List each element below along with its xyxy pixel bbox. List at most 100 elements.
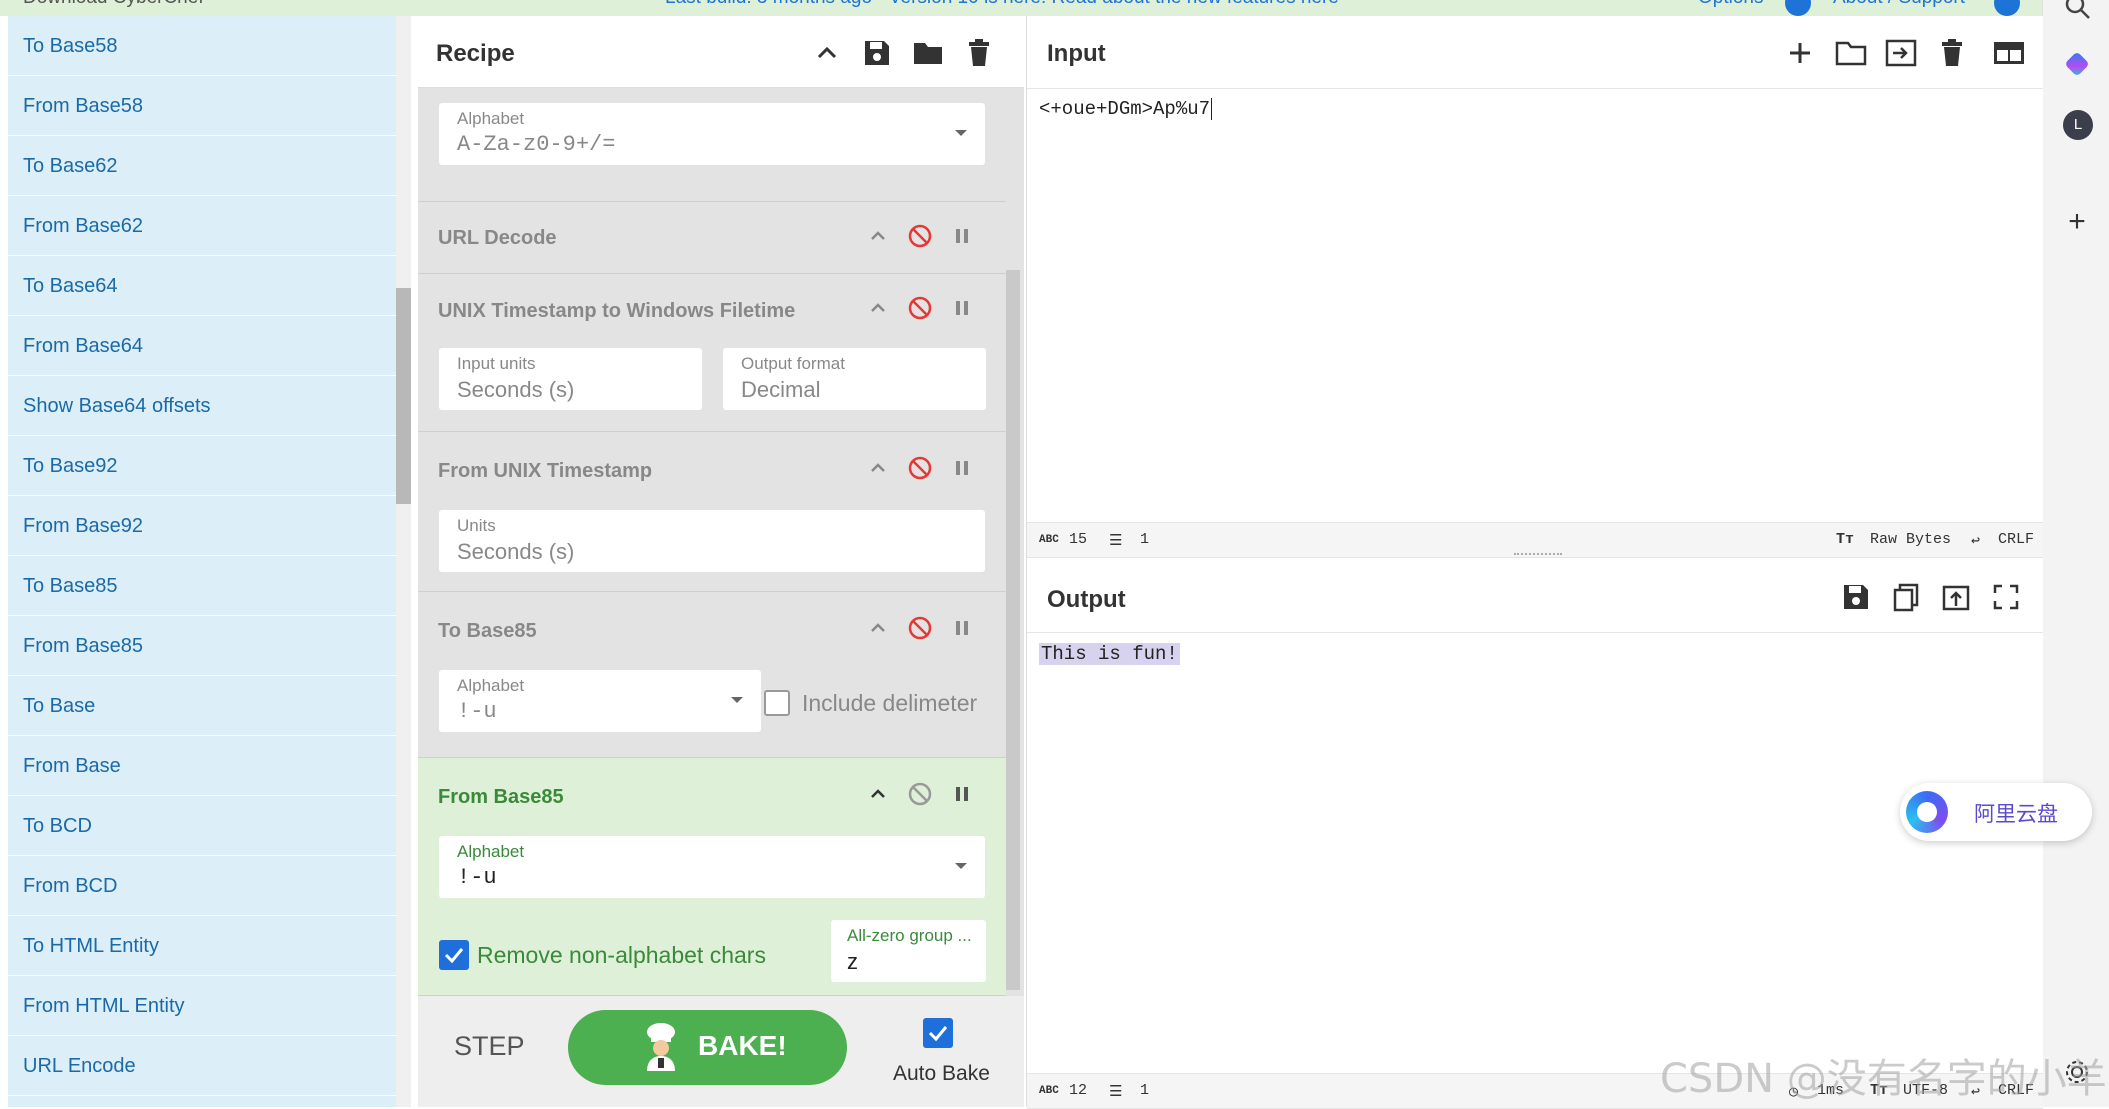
alphabet-select[interactable]: Alphabet !-u	[439, 670, 761, 732]
operation-name: From UNIX Timestamp	[438, 460, 653, 482]
save-output-icon[interactable]	[1841, 582, 1871, 612]
output-char-count: 12	[1069, 1082, 1088, 1099]
disable-icon[interactable]	[906, 454, 934, 482]
step-button[interactable]: STEP	[454, 1031, 525, 1062]
operation-item[interactable]: From Base58	[8, 76, 396, 136]
operation-name: From Base85	[438, 786, 564, 808]
collapse-chevron-icon[interactable]	[864, 614, 892, 642]
bake-bar: STEP BAKE! Auto Bake	[418, 996, 1024, 1107]
collapse-chevron-icon[interactable]	[864, 454, 892, 482]
output-text[interactable]: This is fun!	[1039, 643, 1180, 665]
units-select[interactable]: Units Seconds (s)	[439, 510, 985, 572]
load-recipe-folder-icon[interactable]	[912, 38, 942, 68]
operation-item[interactable]: Show Base64 offsets	[8, 376, 396, 436]
include-delimiter-checkbox[interactable]	[764, 690, 790, 716]
pause-icon[interactable]	[948, 614, 976, 642]
auto-bake-checkbox[interactable]	[923, 1018, 953, 1048]
copy-output-icon[interactable]	[1891, 582, 1921, 612]
operation-item[interactable]: To Base62	[8, 136, 396, 196]
operation-item[interactable]: From Base85	[8, 616, 396, 676]
all-zero-group-input[interactable]: All-zero group ... z	[831, 920, 986, 982]
add-icon[interactable]: +	[2063, 207, 2091, 237]
output-format-select[interactable]: Output format Decimal	[723, 348, 986, 410]
alphabet-value: A-Za-z0-9+/=	[457, 132, 616, 157]
operation-item[interactable]: To HTML Entity	[8, 916, 396, 976]
output-selection[interactable]: This is fun!	[1039, 643, 1180, 665]
lines-icon: ☰	[1109, 533, 1123, 550]
maximize-icon[interactable]	[1991, 582, 2021, 612]
operations-list: To Base58 From Base58 To Base62 From Bas…	[8, 16, 396, 1107]
gear-icon[interactable]	[1785, 0, 1811, 16]
alphabet-value: !-u	[457, 699, 497, 724]
operation-item[interactable]: From BCD	[8, 856, 396, 916]
operation-item[interactable]: To Base58	[8, 16, 396, 76]
input-mode[interactable]: Raw Bytes	[1870, 531, 1951, 548]
operation-item[interactable]: URL Encode	[8, 1036, 396, 1096]
alphabet-label: Alphabet	[457, 676, 525, 695]
info-icon[interactable]	[1994, 0, 2020, 16]
resize-handle[interactable]	[1514, 553, 1562, 559]
collapse-chevron-icon[interactable]	[864, 294, 892, 322]
clear-input-trash-icon[interactable]	[1937, 38, 1967, 68]
pause-icon[interactable]	[948, 454, 976, 482]
operation-item[interactable]: To Base64	[8, 256, 396, 316]
input-eol[interactable]: CRLF	[1998, 531, 2034, 548]
aliyun-drive-widget[interactable]: 阿里云盘	[1900, 783, 2092, 841]
pause-icon[interactable]	[948, 222, 976, 250]
search-icon[interactable]	[2063, 0, 2091, 20]
operation-item[interactable]: To Base85	[8, 556, 396, 616]
operation-item[interactable]: From Base92	[8, 496, 396, 556]
avatar[interactable]: L	[2063, 110, 2093, 140]
recipe-scrollbar[interactable]	[1006, 270, 1020, 990]
download-link[interactable]: Download CyberChef	[23, 0, 230, 9]
output-line-count: 1	[1140, 1082, 1150, 1099]
open-folder-icon[interactable]	[1835, 38, 1867, 68]
scrollbar-thumb[interactable]	[396, 288, 411, 504]
operation-item[interactable]: From Base62	[8, 196, 396, 256]
operations-scrollbar[interactable]	[396, 16, 411, 1107]
pause-icon[interactable]	[948, 294, 976, 322]
disable-icon[interactable]	[906, 222, 934, 250]
operation-item[interactable]: To Base	[8, 676, 396, 736]
operation-name: To Base85	[438, 620, 537, 642]
input-text[interactable]: <+oue+DGm>Ap%u7	[1039, 98, 1210, 120]
about-support-link[interactable]: About / Support	[1833, 0, 1965, 9]
operation-item[interactable]: From Base	[8, 736, 396, 796]
collapse-chevron-icon[interactable]	[864, 780, 892, 808]
top-banner: Download CyberChef Last build: 3 months …	[0, 0, 2042, 16]
disable-icon[interactable]	[906, 780, 934, 808]
output-title: Output	[1047, 586, 1126, 613]
collapse-chevron-icon[interactable]	[864, 222, 892, 250]
alphabet-select[interactable]: Alphabet A-Za-z0-9+/=	[439, 103, 985, 165]
auto-bake-label: Auto Bake	[893, 1062, 990, 1085]
collapse-chevron-icon[interactable]	[812, 38, 842, 68]
operation-name: UNIX Timestamp to Windows Filetime	[438, 300, 796, 322]
watermark: CSDN @没有名字的小羊	[1660, 1056, 2107, 1102]
text-cursor	[1211, 98, 1212, 120]
release-notice[interactable]: Last build: 3 months ago - Version 10 is…	[665, 0, 1339, 9]
save-recipe-icon[interactable]	[862, 38, 892, 68]
replace-input-icon[interactable]	[1941, 582, 1971, 612]
operation-item[interactable]: From HTML Entity	[8, 976, 396, 1036]
clear-recipe-trash-icon[interactable]	[964, 38, 994, 68]
operation-item[interactable]: From Base64	[8, 316, 396, 376]
disable-icon[interactable]	[906, 614, 934, 642]
disable-icon[interactable]	[906, 294, 934, 322]
layout-icon[interactable]	[1993, 38, 2024, 68]
input-header-divider	[1027, 88, 2043, 89]
add-tab-icon[interactable]	[1785, 38, 1815, 68]
remove-non-alphabet-checkbox[interactable]	[439, 940, 469, 970]
alphabet-select[interactable]: Alphabet !-u	[439, 836, 985, 898]
input-units-value: Seconds (s)	[457, 377, 575, 402]
bake-button[interactable]: BAKE!	[568, 1010, 847, 1085]
operation-item[interactable]: To Base92	[8, 436, 396, 496]
input-units-select[interactable]: Input units Seconds (s)	[439, 348, 702, 410]
pause-icon[interactable]	[948, 780, 976, 808]
copilot-icon[interactable]	[2063, 50, 2091, 78]
aliyun-logo-icon	[1906, 791, 1948, 833]
all-zero-group-label: All-zero group ...	[847, 926, 972, 945]
options-link[interactable]: Options	[1698, 0, 1763, 9]
open-file-icon[interactable]	[1885, 38, 1917, 68]
operation-item[interactable]: To BCD	[8, 796, 396, 856]
chef-icon	[640, 1022, 682, 1072]
